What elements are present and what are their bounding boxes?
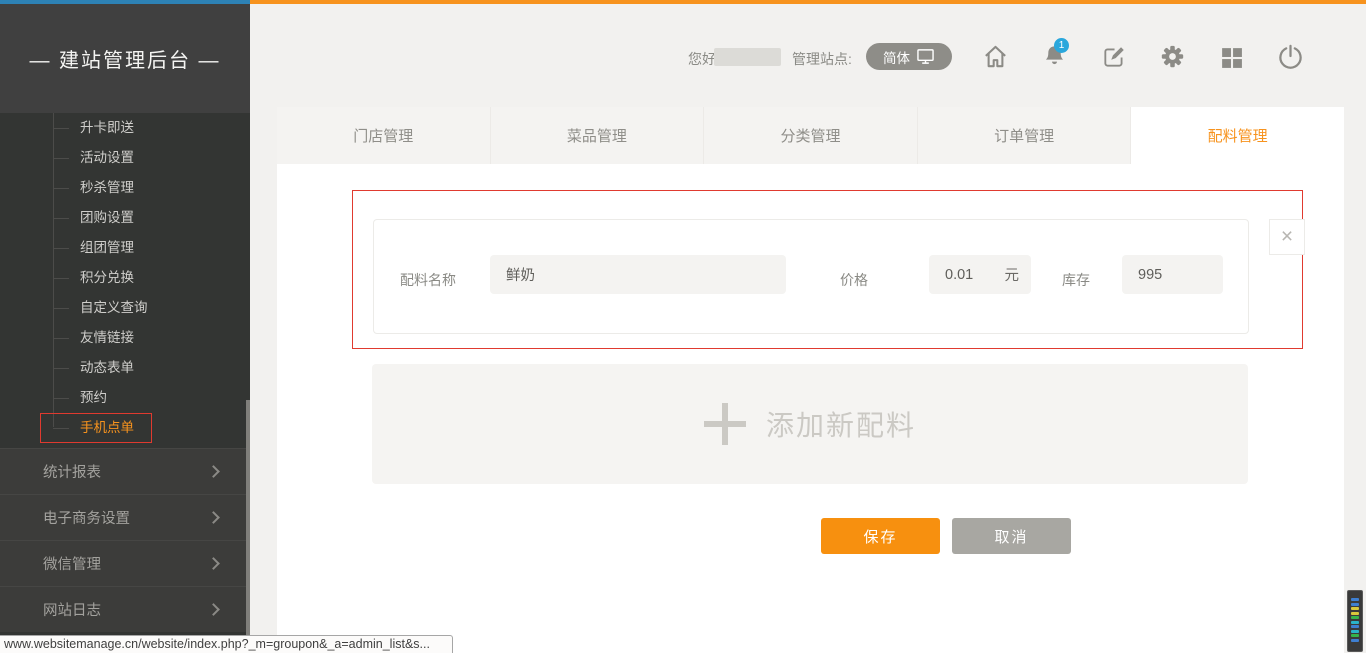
tab-label: 分类管理 [780,125,840,146]
widget-stripe [1351,603,1359,606]
sidebar-section-label: 微信管理 [43,553,209,574]
sidebar-item[interactable]: 活动设置 [0,143,250,173]
stock-value: 995 [1138,267,1162,283]
notifications-bell-icon[interactable]: 1 [1041,43,1068,70]
sidebar-item[interactable]: 秒杀管理 [0,173,250,203]
sidebar-submenu: 升卡即送活动设置秒杀管理团购设置组团管理积分兑换自定义查询友情链接动态表单预约手… [0,113,250,448]
content-panel: 门店管理 菜品管理 分类管理 订单管理 配料管理 配料名称 鲜奶 价格 0.01 元 库… [277,107,1344,653]
sidebar-section[interactable]: 统计报表 [0,448,250,494]
plus-icon [704,403,746,445]
tab-bar: 门店管理 菜品管理 分类管理 订单管理 配料管理 [277,107,1344,164]
tab[interactable]: 门店管理 [277,107,491,164]
sidebar-item-label: 组团管理 [80,240,134,255]
name-label: 配料名称 [400,270,456,290]
widget-stripe [1351,621,1359,624]
sidebar-section[interactable]: 电子商务设置 [0,494,250,540]
sidebar-item-label: 预约 [80,390,107,405]
edit-icon[interactable] [1101,44,1127,70]
widget-stripe [1351,616,1359,619]
sidebar-item[interactable]: 友情链接 [0,323,250,353]
save-button[interactable]: 保存 [821,518,940,554]
sidebar-item-label: 秒杀管理 [80,180,134,195]
language-pill[interactable]: 简体 [866,43,952,70]
sidebar-section-label: 网站日志 [43,599,209,620]
header: 您好 管理站点: 简体 1 [0,4,1366,107]
sidebar-item-label: 自定义查询 [80,300,148,315]
chevron-right-icon [207,603,220,616]
sidebar-section[interactable]: 微信管理 [0,540,250,586]
add-ingredient-label: 添加新配料 [766,404,916,444]
sidebar-item-label: 活动设置 [80,150,134,165]
apps-grid-icon[interactable] [1219,45,1244,70]
close-button[interactable]: × [1269,219,1305,255]
language-label: 简体 [883,47,910,67]
mini-widget [1347,590,1363,652]
manage-site-label: 管理站点: [792,49,852,69]
notification-badge: 1 [1054,38,1069,53]
tab[interactable]: 配料管理 [1131,107,1344,164]
price-input[interactable]: 0.01 元 [929,255,1031,294]
chevron-right-icon [207,511,220,524]
widget-stripe [1351,639,1359,642]
sidebar-item[interactable]: 动态表单 [0,353,250,383]
monitor-icon [916,48,935,65]
status-bar-url: www.websitemanage.cn/website/index.php?_… [0,635,453,653]
sidebar-section[interactable]: 网站日志 [0,586,250,632]
tab[interactable]: 分类管理 [704,107,918,164]
name-value: 鲜奶 [506,264,535,285]
add-ingredient-button[interactable]: 添加新配料 [372,364,1248,484]
widget-stripe [1351,612,1359,615]
sidebar-item[interactable]: 预约 [0,383,250,413]
sidebar-section-label: 电子商务设置 [43,507,209,528]
ingredient-card: 配料名称 鲜奶 价格 0.01 元 库存 995 [373,219,1249,334]
price-value: 0.01 [945,267,973,283]
stock-input[interactable]: 995 [1122,255,1223,294]
sidebar-item[interactable]: 积分兑换 [0,263,250,293]
screen: — 建站管理后台 — 升卡即送活动设置秒杀管理团购设置组团管理积分兑换自定义查询… [0,0,1366,653]
sidebar-item[interactable]: 团购设置 [0,203,250,233]
username-redacted [714,48,781,66]
home-icon[interactable] [981,42,1010,71]
settings-gear-icon[interactable] [1159,43,1186,70]
sidebar-scrollbar[interactable] [246,400,250,653]
tab-label: 配料管理 [1208,125,1268,146]
sidebar-item-label: 手机点单 [80,420,134,435]
sidebar-item-label: 友情链接 [80,330,134,345]
sidebar-item-label: 动态表单 [80,360,134,375]
price-unit: 元 [1005,264,1020,285]
stock-label: 库存 [1062,270,1090,290]
sidebar-sections: 统计报表 电子商务设置 微信管理 网站日志 [0,448,250,632]
chevron-right-icon [207,465,220,478]
sidebar-item-label: 团购设置 [80,210,134,225]
power-icon[interactable] [1277,43,1304,70]
widget-stripe [1351,598,1359,601]
ingredient-row-highlight: 配料名称 鲜奶 价格 0.01 元 库存 995 × [352,190,1303,349]
cancel-button[interactable]: 取消 [952,518,1071,554]
sidebar-item[interactable]: 升卡即送 [0,113,250,143]
greeting-text: 您好 [688,49,716,69]
tab-label: 菜品管理 [567,125,627,146]
widget-stripe [1351,607,1359,610]
sidebar-item[interactable]: 自定义查询 [0,293,250,323]
sidebar-item-label: 升卡即送 [80,120,134,135]
sidebar-submenu-list: 升卡即送活动设置秒杀管理团购设置组团管理积分兑换自定义查询友情链接动态表单预约手… [0,113,250,443]
sidebar-section-label: 统计报表 [43,461,209,482]
widget-stripe [1351,625,1359,628]
sidebar-item-label: 积分兑换 [80,270,134,285]
name-input[interactable]: 鲜奶 [490,255,786,294]
sidebar-item[interactable]: 组团管理 [0,233,250,263]
tab[interactable]: 订单管理 [918,107,1132,164]
widget-stripe [1351,630,1359,633]
tab[interactable]: 菜品管理 [491,107,705,164]
price-label: 价格 [840,270,868,290]
widget-stripe [1351,634,1359,637]
chevron-right-icon [207,557,220,570]
sidebar-item[interactable]: 手机点单 [0,413,250,443]
tab-label: 门店管理 [353,125,413,146]
tab-label: 订单管理 [994,125,1054,146]
